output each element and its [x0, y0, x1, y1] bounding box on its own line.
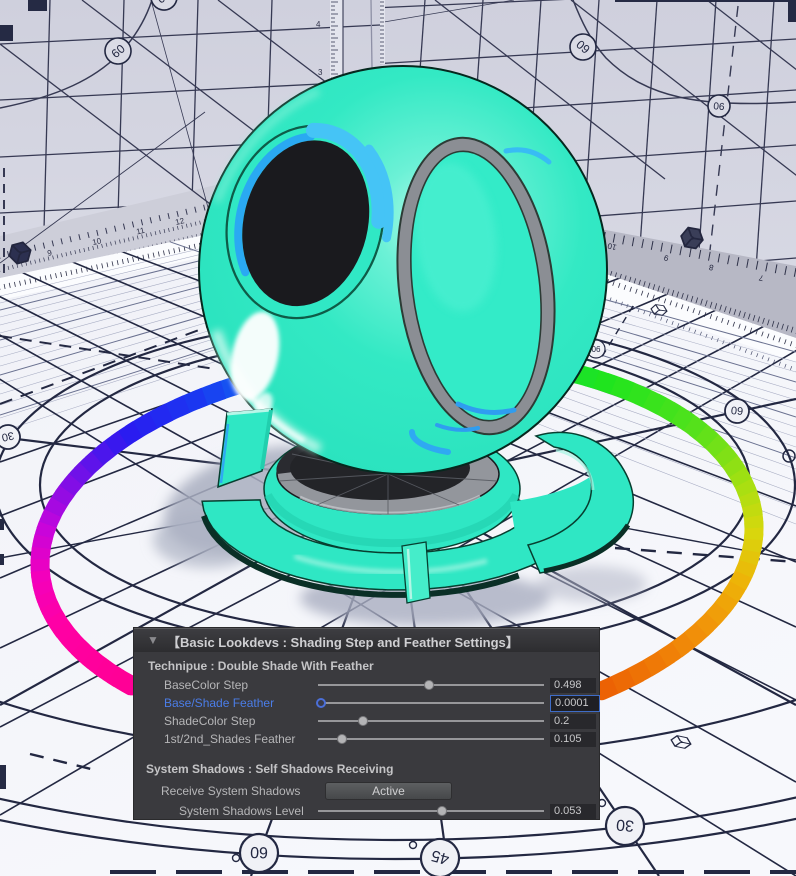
svg-text:60: 60 — [250, 843, 268, 861]
svg-text:30: 30 — [1, 429, 15, 443]
svg-text:3: 3 — [318, 68, 323, 77]
svg-text:30: 30 — [615, 815, 634, 833]
svg-text:06: 06 — [713, 101, 725, 113]
svg-text:60: 60 — [730, 403, 743, 416]
svg-text:4: 4 — [316, 20, 321, 29]
